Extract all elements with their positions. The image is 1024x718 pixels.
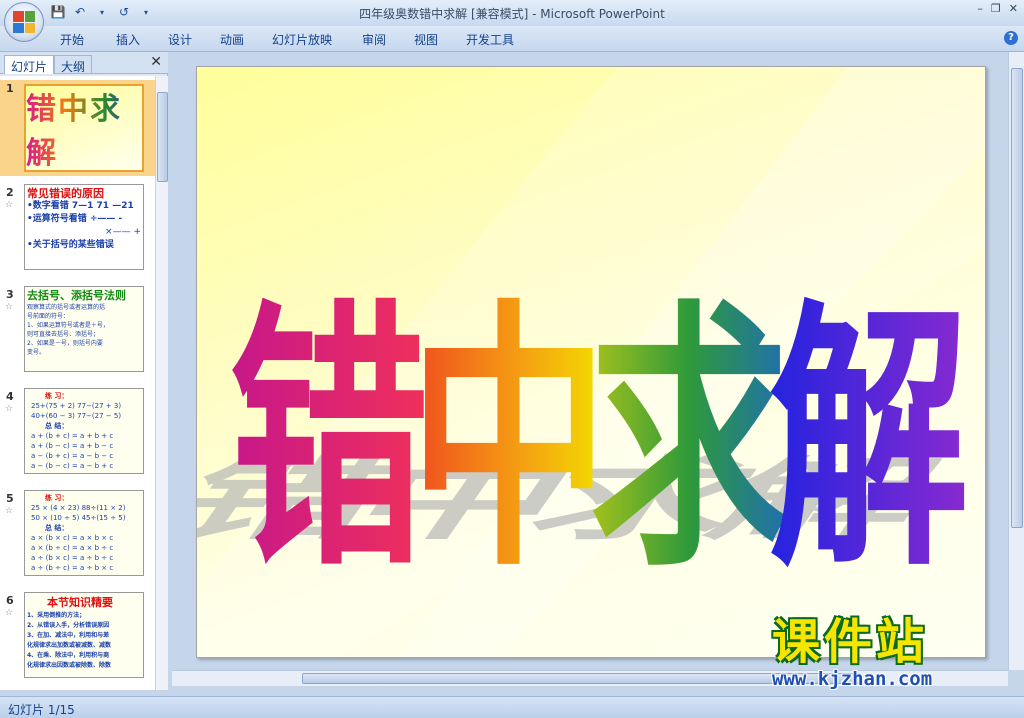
tab-outline[interactable]: 大纲 xyxy=(54,55,93,74)
slide-thumbnail[interactable]: 去括号、添括号法则 观察算式的括号或者运算的括 号前面的符号： 1、如果运算符号… xyxy=(24,286,144,372)
minimize-icon[interactable]: – xyxy=(977,2,983,15)
animation-star-icon: ☆ xyxy=(5,608,14,618)
tab-design[interactable]: 设计 xyxy=(168,31,192,48)
thumbnail-row[interactable]: 6 ☆ 本节知识精要 1、采用倒推的方法； 2、从错误入手，分析错误原因 3、在… xyxy=(0,592,155,688)
tab-animations[interactable]: 动画 xyxy=(220,31,244,48)
vertical-scrollbar[interactable] xyxy=(1008,52,1024,670)
thumbnail-scrollbar[interactable] xyxy=(155,76,168,690)
thumbnail-line: a × (b ÷ c) = a × b ÷ c xyxy=(31,544,114,552)
thumbnail-line: •运算符号看错 ÷—— - xyxy=(27,214,123,224)
slide-thumbnail[interactable]: 错中求解 xyxy=(24,84,144,172)
animation-star-icon: ☆ xyxy=(5,200,14,210)
close-icon[interactable]: ✕ xyxy=(1009,2,1018,15)
thumbnail-line: 变号。 xyxy=(27,349,46,356)
tab-slides[interactable]: 幻灯片 xyxy=(4,55,55,74)
thumbnail-row[interactable]: 3 ☆ 去括号、添括号法则 观察算式的括号或者运算的括 号前面的符号： 1、如果… xyxy=(0,286,155,382)
title-char-2: 中 xyxy=(409,278,609,604)
window-controls: – ❐ ✕ xyxy=(977,2,1018,15)
slide-editor: 错 中 求 解 错 中 求 解 xyxy=(172,52,1008,670)
thumbnail-line: 4、在乘、除法中，利用积与商 xyxy=(27,652,110,659)
slide-number: 6 xyxy=(6,594,14,607)
thumbnail-line: 号前面的符号： xyxy=(27,313,70,320)
title-char-3: 求 xyxy=(589,278,789,604)
slide-number: 1 xyxy=(6,82,14,95)
thumbnail-line: 总 结： xyxy=(45,524,69,532)
office-button[interactable] xyxy=(4,2,44,42)
restore-icon[interactable]: ❐ xyxy=(991,2,1001,15)
watermark-title: 课件站 xyxy=(772,614,929,670)
thumbnail-line: a + (b + c) = a + b + c xyxy=(31,432,114,440)
thumbnail-line: 3、在加、减法中，利用和与差 xyxy=(27,632,110,639)
slide-number: 3 xyxy=(6,288,14,301)
slide-thumbnail[interactable]: 练 习： 25+(75 + 2) 77−(27 + 3) 40+(60 − 3)… xyxy=(24,388,144,474)
slide-thumbnail[interactable]: 练 习： 25 × (4 × 23) 88÷(11 × 2) 50 × (10 … xyxy=(24,490,144,576)
thumbnail-line: 2、如果是－号，则括号内要 xyxy=(27,340,103,347)
tab-home[interactable]: 开始 xyxy=(60,31,84,48)
slide-thumbnail[interactable]: 常见错误的原因 •数字看错 7—1 71 —21 •运算符号看错 ÷—— - ×… xyxy=(24,184,144,270)
window-title: 四年级奥数错中求解 [兼容模式] - Microsoft PowerPoint xyxy=(359,7,665,21)
scrollbar-thumb[interactable] xyxy=(1011,68,1023,528)
slide-art: 错 中 求 解 错 中 求 解 xyxy=(197,67,985,657)
thumbnail-line: •数字看错 7—1 71 —21 xyxy=(27,201,134,211)
slide-thumbnail[interactable]: 本节知识精要 1、采用倒推的方法； 2、从错误入手，分析错误原因 3、在加、减法… xyxy=(24,592,144,678)
slide-number: 2 xyxy=(6,186,14,199)
thumbnail-line: 1、如果运算符号或者是＋号， xyxy=(27,322,109,329)
status-bar: 幻灯片 1/15 xyxy=(0,696,1024,718)
thumbnail-line: a ÷ (b ÷ c) = a ÷ b × c xyxy=(31,564,114,572)
thumbnail-line: a − (b + c) = a − b − c xyxy=(31,452,114,460)
thumbnail-line: 40+(60 − 3) 77−(27 − 5) xyxy=(31,412,122,420)
tab-slideshow[interactable]: 幻灯片放映 xyxy=(272,31,332,48)
thumbnail-line: 总 结： xyxy=(45,422,69,430)
title-char-4: 解 xyxy=(769,278,969,604)
tab-insert[interactable]: 插入 xyxy=(116,31,140,48)
thumbnail-line: a × (b × c) = a × b × c xyxy=(31,534,114,542)
tab-view[interactable]: 视图 xyxy=(414,31,438,48)
thumbnail-line: 观察算式的括号或者运算的括 xyxy=(27,304,106,311)
thumbnail-title: 去括号、添括号法则 xyxy=(27,289,126,302)
thumbnail-title: 错中求解 xyxy=(26,86,142,170)
current-slide[interactable]: 错 中 求 解 错 中 求 解 xyxy=(196,66,986,658)
title-char-1: 错 xyxy=(229,278,429,604)
close-icon[interactable]: ✕ xyxy=(150,54,162,70)
slide-number: 4 xyxy=(6,390,14,403)
thumbnail-line: a + (b − c) = a + b − c xyxy=(31,442,114,450)
slide-number: 5 xyxy=(6,492,14,505)
thumbnail-title: 练 习： xyxy=(45,392,69,400)
thumbnail-row[interactable]: 2 ☆ 常见错误的原因 •数字看错 7—1 71 —21 •运算符号看错 ÷——… xyxy=(0,184,155,280)
thumbnail-line: 25 × (4 × 23) 88÷(11 × 2) xyxy=(31,504,126,512)
thumbnail-line: 25+(75 + 2) 77−(27 + 3) xyxy=(31,402,122,410)
watermark-url: www.kjzhan.com xyxy=(772,668,933,690)
animation-star-icon: ☆ xyxy=(5,404,14,414)
thumbnail-line: ×—— + xyxy=(105,227,141,237)
thumbnail-row[interactable]: 1 错中求解 xyxy=(0,80,155,176)
thumbnail-line: 化规律求出因数或被除数、除数 xyxy=(27,662,112,669)
thumbnail-line: 则可直接去括号、添括号； xyxy=(27,331,100,338)
thumbnail-line: 2、从错误入手，分析错误原因 xyxy=(27,622,110,629)
thumbnail-title: 本节知识精要 xyxy=(47,596,113,609)
thumbnail-line: 1、采用倒推的方法； xyxy=(27,612,86,619)
ribbon-tabs: 开始 插入 设计 动画 幻灯片放映 审阅 视图 开发工具 ? xyxy=(0,26,1024,52)
thumbnail-row[interactable]: 5 ☆ 练 习： 25 × (4 × 23) 88÷(11 × 2) 50 × … xyxy=(0,490,155,586)
scrollbar-thumb[interactable] xyxy=(157,92,168,182)
thumbnail-line: 化规律求出加数或被减数、减数 xyxy=(27,642,112,649)
thumbnail-list: 1 错中求解 2 ☆ 常见错误的原因 •数字看错 7—1 71 —21 •运算符… xyxy=(0,76,155,690)
pane-tabs: 幻灯片 大纲 ✕ xyxy=(0,52,168,74)
thumbnail-line: •关于括号的某些错误 xyxy=(27,240,114,250)
slide-counter: 幻灯片 1/15 xyxy=(8,703,75,717)
slides-pane: 幻灯片 大纲 ✕ 1 错中求解 2 ☆ 常见错误的原因 •数字看错 7—1 71… xyxy=(0,52,168,690)
title-bar: 💾 ↶ ▾ ↺ ▾ 四年级奥数错中求解 [兼容模式] - Microsoft P… xyxy=(0,0,1024,26)
thumbnail-line: a ÷ (b × c) = a ÷ b ÷ c xyxy=(31,554,114,562)
tab-developer[interactable]: 开发工具 xyxy=(466,31,514,48)
help-icon[interactable]: ? xyxy=(1004,31,1018,45)
watermark: 课件站 www.kjzhan.com xyxy=(772,616,1008,694)
thumbnail-line: 50 × (10 ÷ 5) 45÷(15 ÷ 5) xyxy=(31,514,126,522)
thumbnail-title: 常见错误的原因 xyxy=(27,187,104,200)
office-logo-icon xyxy=(13,11,35,33)
animation-star-icon: ☆ xyxy=(5,506,14,516)
animation-star-icon: ☆ xyxy=(5,302,14,312)
tab-review[interactable]: 审阅 xyxy=(362,31,386,48)
thumbnail-row[interactable]: 4 ☆ 练 习： 25+(75 + 2) 77−(27 + 3) 40+(60 … xyxy=(0,388,155,484)
thumbnail-title: 练 习： xyxy=(45,494,69,502)
thumbnail-line: a − (b − c) = a − b + c xyxy=(31,462,114,470)
